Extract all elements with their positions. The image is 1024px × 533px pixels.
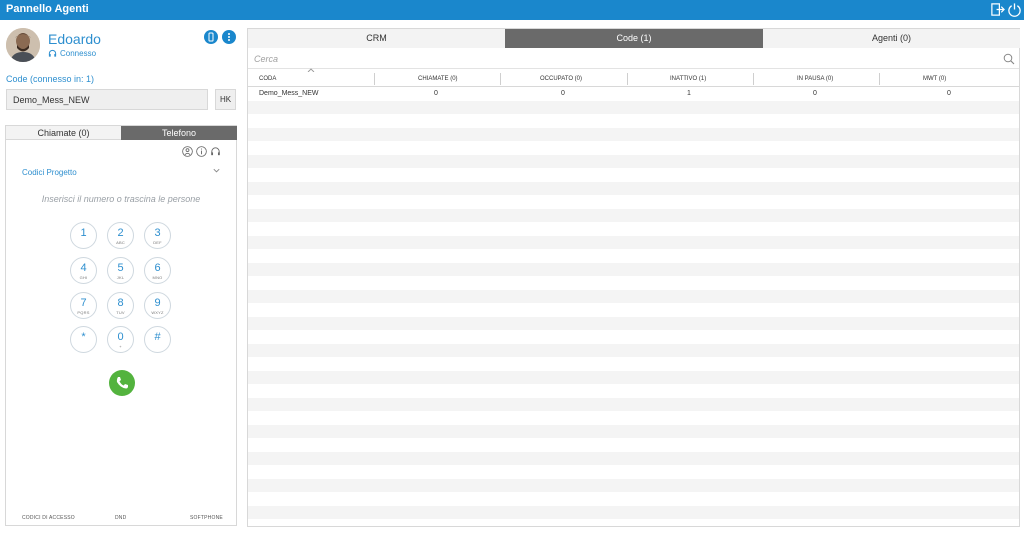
empty-row bbox=[248, 289, 1019, 303]
dialpad-key-0[interactable]: 0 + bbox=[107, 326, 134, 353]
phone-icon bbox=[116, 377, 128, 389]
dialpad-key-7[interactable]: 7 PQRS bbox=[70, 292, 97, 319]
table-header: CODA CHIAMATE (0) OCCUPATO (0) INATTIVO … bbox=[248, 72, 1019, 87]
logout-icon[interactable] bbox=[990, 2, 1005, 17]
cell-idle: 1 bbox=[687, 90, 691, 97]
agent-name: Edoardo bbox=[48, 31, 101, 47]
empty-row bbox=[248, 168, 1019, 182]
options-button[interactable] bbox=[222, 30, 236, 44]
dialpad-key-9[interactable]: 9 WXYZ bbox=[144, 292, 171, 319]
column-divider bbox=[374, 73, 375, 85]
mobile-icon bbox=[208, 32, 214, 42]
column-divider bbox=[753, 73, 754, 85]
empty-row bbox=[248, 316, 1019, 330]
empty-row bbox=[248, 154, 1019, 168]
dialpad-key-4[interactable]: 4 GHI bbox=[70, 257, 97, 284]
dialpad-key-6[interactable]: 6 MNO bbox=[144, 257, 171, 284]
top-bar: Pannello Agenti bbox=[0, 0, 1024, 20]
empty-row bbox=[248, 424, 1019, 438]
empty-row bbox=[248, 181, 1019, 195]
phone-panel: Chiamate (0) Telefono Codici Progetto In… bbox=[5, 125, 237, 526]
queues-panel: CRM Code (1) Agenti (0) CODA CHIAMATE (0… bbox=[247, 28, 1020, 527]
hk-button[interactable]: HK bbox=[215, 89, 236, 110]
info-icon[interactable] bbox=[196, 146, 207, 157]
dial-input[interactable]: Inserisci il numero o trascina le person… bbox=[6, 194, 236, 204]
empty-row bbox=[248, 235, 1019, 249]
softphone-link[interactable]: SOFTPHONE bbox=[190, 515, 223, 521]
empty-row bbox=[248, 276, 1019, 290]
column-divider bbox=[627, 73, 628, 85]
queues-label: Code (connesso in: 1) bbox=[6, 74, 95, 84]
column-header-busy[interactable]: OCCUPATO (0) bbox=[540, 72, 582, 86]
empty-row bbox=[248, 127, 1019, 141]
queue-field[interactable]: Demo_Mess_NEW bbox=[6, 89, 208, 110]
dialpad-key-5[interactable]: 5 JKL bbox=[107, 257, 134, 284]
empty-row bbox=[248, 208, 1019, 222]
cell-calls: 0 bbox=[434, 90, 438, 97]
empty-row bbox=[248, 343, 1019, 357]
column-divider bbox=[879, 73, 880, 85]
empty-row bbox=[248, 195, 1019, 209]
agent-status-label: Connesso bbox=[60, 49, 97, 58]
search-input[interactable] bbox=[248, 50, 1019, 69]
table-row[interactable]: Demo_Mess_NEW 0 0 1 0 0 bbox=[248, 87, 1019, 101]
empty-row bbox=[248, 492, 1019, 506]
empty-row bbox=[248, 357, 1019, 371]
dialpad-key-1[interactable]: 1 bbox=[70, 222, 97, 249]
tab-queues[interactable]: Code (1) bbox=[505, 29, 763, 48]
empty-row bbox=[248, 505, 1019, 519]
search-icon[interactable] bbox=[1003, 53, 1015, 65]
column-header-queue[interactable]: CODA bbox=[259, 72, 276, 86]
avatar bbox=[6, 28, 40, 62]
empty-row bbox=[248, 141, 1019, 155]
empty-row bbox=[248, 330, 1019, 344]
power-icon[interactable] bbox=[1007, 2, 1022, 17]
dialpad-key-star[interactable]: * bbox=[70, 326, 97, 353]
empty-row bbox=[248, 100, 1019, 114]
headset-icon bbox=[48, 49, 57, 57]
cell-busy: 0 bbox=[561, 90, 565, 97]
headset-icon[interactable] bbox=[210, 146, 221, 157]
phone-mode-button[interactable] bbox=[204, 30, 218, 44]
empty-row bbox=[248, 384, 1019, 398]
tab-phone[interactable]: Telefono bbox=[121, 126, 237, 140]
cell-mwt: 0 bbox=[947, 90, 951, 97]
empty-row bbox=[248, 370, 1019, 384]
column-divider bbox=[500, 73, 501, 85]
empty-row bbox=[248, 222, 1019, 236]
empty-row bbox=[248, 397, 1019, 411]
cell-paused: 0 bbox=[813, 90, 817, 97]
tab-calls[interactable]: Chiamate (0) bbox=[6, 126, 121, 140]
empty-row bbox=[248, 249, 1019, 263]
empty-row bbox=[248, 451, 1019, 465]
call-button[interactable] bbox=[109, 370, 135, 396]
vertical-dots-icon bbox=[228, 33, 230, 41]
empty-row bbox=[248, 114, 1019, 128]
chevron-down-icon[interactable] bbox=[212, 166, 221, 175]
dialpad-key-hash[interactable]: # bbox=[144, 326, 171, 353]
app-title: Pannello Agenti bbox=[6, 3, 89, 15]
project-codes-label[interactable]: Codici Progetto bbox=[22, 168, 77, 177]
agent-status: Connesso bbox=[48, 49, 96, 58]
dnd-link[interactable]: DND bbox=[115, 515, 126, 521]
empty-row bbox=[248, 478, 1019, 492]
person-icon[interactable] bbox=[182, 146, 193, 157]
dialpad-key-8[interactable]: 8 TUV bbox=[107, 292, 134, 319]
cell-queue: Demo_Mess_NEW bbox=[259, 90, 319, 97]
empty-row bbox=[248, 411, 1019, 425]
empty-row bbox=[248, 303, 1019, 317]
empty-row bbox=[248, 262, 1019, 276]
column-header-idle[interactable]: INATTIVO (1) bbox=[670, 72, 706, 86]
table-body: Demo_Mess_NEW 0 0 1 0 0 bbox=[248, 87, 1019, 527]
column-header-calls[interactable]: CHIAMATE (0) bbox=[418, 72, 458, 86]
dialpad-key-2[interactable]: 2 ABC bbox=[107, 222, 134, 249]
column-header-paused[interactable]: IN PAUSA (0) bbox=[797, 72, 833, 86]
empty-row bbox=[248, 465, 1019, 479]
access-codes-link[interactable]: CODICI DI ACCESSO bbox=[22, 515, 75, 521]
empty-row bbox=[248, 438, 1019, 452]
column-header-mwt[interactable]: MWT (0) bbox=[923, 72, 946, 86]
dialpad-key-3[interactable]: 3 DEF bbox=[144, 222, 171, 249]
tab-crm[interactable]: CRM bbox=[248, 29, 505, 48]
tab-agents[interactable]: Agenti (0) bbox=[763, 29, 1020, 48]
